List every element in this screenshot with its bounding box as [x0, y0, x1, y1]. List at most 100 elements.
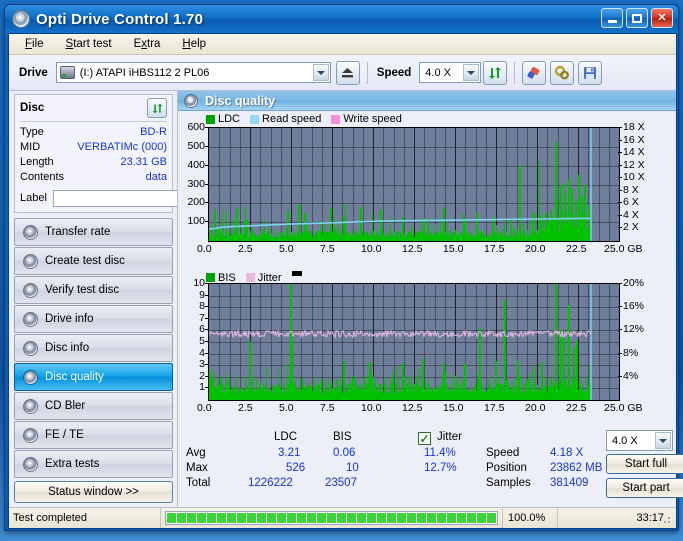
disc-panel-header: Disc: [20, 98, 167, 120]
test-speed-select[interactable]: 4.0 X: [606, 430, 673, 451]
legend-item-jitter: Jitter: [245, 272, 282, 284]
sidebar-item-drive-info[interactable]: Drive info: [14, 305, 173, 333]
position-label: Position: [486, 462, 527, 474]
progress-block: [417, 513, 426, 523]
stats-row-total-label: Total: [186, 477, 211, 489]
maximize-button[interactable]: [626, 8, 648, 28]
position-value: 23862 MB: [550, 462, 603, 474]
sidebar-item-disc-quality[interactable]: Disc quality: [14, 363, 173, 391]
stats-ldc-max: 526: [286, 462, 306, 474]
menu-help[interactable]: Help: [172, 36, 216, 52]
progress-block: [257, 513, 266, 523]
main-header: Disc quality: [178, 91, 676, 111]
jitter-checkbox[interactable]: ✓: [418, 432, 431, 445]
x-tick-label: 15.0: [443, 402, 464, 414]
legend-label: Write speed: [343, 113, 402, 125]
progress-block: [297, 513, 306, 523]
progress-block: [267, 513, 276, 523]
menu-bar: File Start test Extra Help: [9, 34, 676, 55]
save-button[interactable]: [578, 60, 603, 85]
sidebar-item-disc-info[interactable]: Disc info: [14, 334, 173, 362]
legend-swatch-write-speed: [331, 114, 341, 124]
stats-header-ldc: LDC: [274, 431, 298, 443]
sidebar-item-cd-bler[interactable]: CD Bler: [14, 392, 173, 420]
close-button[interactable]: ✕: [651, 8, 673, 28]
x-tick-label: 22.5: [566, 243, 587, 255]
status-window-button[interactable]: Status window >>: [14, 481, 173, 503]
progress-block: [437, 513, 446, 523]
check-icon: ✓: [419, 431, 430, 446]
disc-panel-title: Disc: [20, 102, 45, 114]
sidebar-item-create-test-disc[interactable]: Create test disc: [14, 247, 173, 275]
menu-extra[interactable]: Extra: [124, 36, 171, 52]
progress-block: [377, 513, 386, 523]
refresh-button[interactable]: [483, 60, 508, 85]
sidebar-item-verify-test-disc[interactable]: Verify test disc: [14, 276, 173, 304]
disc-refresh-button[interactable]: [147, 98, 167, 118]
axis-tick: [618, 164, 622, 166]
toolbar-separator: [514, 61, 516, 84]
minimize-button[interactable]: [601, 8, 623, 28]
sidebar-item-label: Drive info: [45, 313, 94, 325]
axis-tick: [618, 329, 622, 331]
disc-icon: [12, 10, 30, 28]
chevron-down-icon[interactable]: [312, 64, 329, 81]
close-icon: ✕: [657, 11, 667, 24]
speed-select[interactable]: 4.0 X: [419, 62, 482, 83]
chevron-down-icon[interactable]: [655, 432, 671, 449]
legend-item-ldc: LDC: [206, 113, 240, 125]
y2-tick-label: 16%: [623, 300, 645, 313]
sidebar-item-label: Disc quality: [45, 371, 104, 383]
axis-tick: [618, 152, 622, 154]
stats-bis-max: 10: [346, 462, 359, 474]
page-title: Disc quality: [205, 93, 276, 108]
disc-value: data: [145, 171, 167, 183]
disc-key: Contents: [20, 171, 65, 183]
disc-row-type: Type BD-R: [20, 125, 167, 140]
axis-tick: [618, 352, 622, 354]
samples-value: 381409: [550, 477, 589, 489]
axis-tick: [618, 202, 622, 204]
bis-chart-legend: BIS Jitter: [206, 271, 302, 284]
y-tick-label: 10: [193, 277, 205, 289]
disc-label-key: Label: [20, 191, 47, 204]
progress-block: [237, 513, 246, 523]
erase-button[interactable]: [522, 60, 547, 85]
menu-file[interactable]: File: [15, 36, 54, 52]
axis-tick: [205, 202, 208, 204]
eject-icon: [342, 68, 354, 78]
disc-icon: [23, 224, 38, 240]
y2-tick-label: 8 X: [623, 183, 639, 196]
progress-block: [167, 513, 176, 523]
sidebar-item-extra-tests[interactable]: Extra tests: [14, 450, 173, 478]
sidebar-item-label: Create test disc: [45, 255, 125, 267]
sidebar-item-transfer-rate[interactable]: Transfer rate: [14, 218, 173, 246]
drive-icon: [59, 66, 75, 79]
stats-row-max-label: Max: [186, 462, 208, 474]
progress-track: [165, 511, 498, 525]
sidebar-item-fe-te[interactable]: FE / TE: [14, 421, 173, 449]
progress-block: [397, 513, 406, 523]
stats-jitter-avg: 11.4%: [424, 447, 456, 459]
resize-grip-icon[interactable]: [660, 513, 672, 525]
drive-select[interactable]: (I:) ATAPI iHBS112 2 PL06: [55, 62, 331, 83]
progress-block: [287, 513, 296, 523]
axis-tick: [618, 227, 622, 229]
start-part-button[interactable]: Start part: [606, 478, 683, 498]
menu-start-test[interactable]: Start test: [56, 36, 122, 52]
settings-button[interactable]: [550, 60, 575, 85]
disc-row-contents: Contents data: [20, 170, 167, 185]
start-full-button[interactable]: Start full: [606, 454, 683, 474]
legend-swatch-ldc: [206, 114, 215, 124]
window-title: Opti Drive Control 1.70: [36, 10, 204, 28]
progress-block: [407, 513, 416, 523]
legend-label: LDC: [218, 113, 241, 125]
x-tick-label: 17.5: [484, 402, 505, 414]
disc-row-label: Label: [20, 188, 260, 208]
x-tick-label: 2.5: [238, 402, 253, 414]
stats-jitter-max: 12.7%: [424, 462, 457, 474]
chevron-down-icon[interactable]: [463, 64, 480, 81]
axis-tick: [618, 139, 622, 141]
eject-button[interactable]: [335, 60, 360, 85]
axis-tick: [205, 375, 208, 377]
